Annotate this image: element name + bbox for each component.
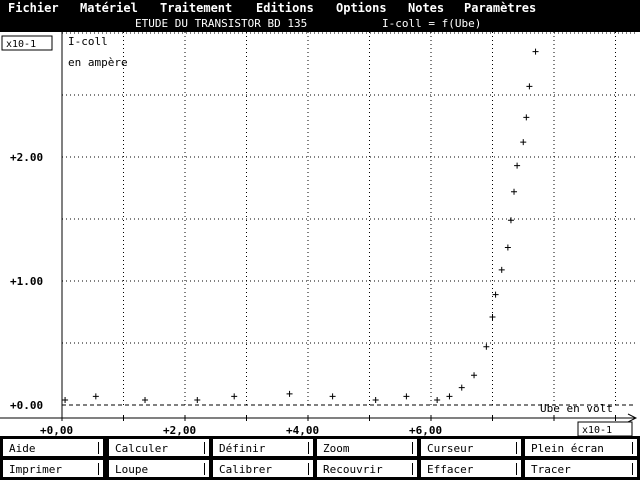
menu-notes[interactable]: Notes: [408, 0, 444, 16]
y-axis-label: I-coll: [68, 35, 108, 48]
recouvrir-button[interactable]: Recouvrir: [316, 459, 418, 478]
menu-materiel[interactable]: Matériel: [80, 0, 138, 16]
function-key-panel: Aide Calculer Définir Zoom Curseur Plein…: [0, 436, 640, 480]
definir-button[interactable]: Définir: [212, 438, 314, 457]
effacer-button[interactable]: Effacer: [420, 459, 522, 478]
x-tick-label: +6,00: [409, 424, 442, 436]
y-scale-label: x10-1: [6, 39, 36, 50]
calculer-button[interactable]: Calculer: [108, 438, 210, 457]
menu-options[interactable]: Options: [336, 0, 387, 16]
menu-bar: Fichier Matériel Traitement Editions Opt…: [0, 0, 640, 16]
y-tick-label: +1.00: [10, 275, 43, 288]
title-strip: [0, 16, 640, 32]
menu-editions[interactable]: Editions: [256, 0, 314, 16]
imprimer-button[interactable]: Imprimer: [2, 459, 104, 478]
plot-background: [0, 32, 640, 436]
loupe-button[interactable]: Loupe: [108, 459, 210, 478]
aide-button[interactable]: Aide: [2, 438, 104, 457]
x-tick-label: +2,00: [163, 424, 196, 436]
y-axis-unit: en ampère: [68, 56, 128, 69]
y-tick-label: +2.00: [10, 151, 43, 164]
menu-fichier[interactable]: Fichier: [8, 0, 59, 16]
menu-traitement[interactable]: Traitement: [160, 0, 232, 16]
tracer-button[interactable]: Tracer: [524, 459, 638, 478]
zoom-button[interactable]: Zoom: [316, 438, 418, 457]
x-scale-label: x10-1: [582, 425, 612, 436]
x-tick-label: +4,00: [286, 424, 319, 436]
curseur-button[interactable]: Curseur: [420, 438, 522, 457]
plot-area[interactable]: +0,00 +2,00 +4,00 +6,00 +0.00 +1.00 +2.00 x10-…: [0, 32, 640, 436]
plein-ecran-button[interactable]: Plein écran: [524, 438, 638, 457]
chart-title-right: I-coll = f(Ube): [382, 17, 482, 30]
menu-parametres[interactable]: Paramètres: [464, 0, 536, 16]
x-tick-label: +0,00: [40, 424, 73, 436]
x-axis-label: Ube en volt: [540, 402, 613, 415]
calibrer-button[interactable]: Calibrer: [212, 459, 314, 478]
y-tick-label: +0.00: [10, 399, 43, 412]
chart-title-left: ETUDE DU TRANSISTOR BD 135: [135, 17, 308, 30]
